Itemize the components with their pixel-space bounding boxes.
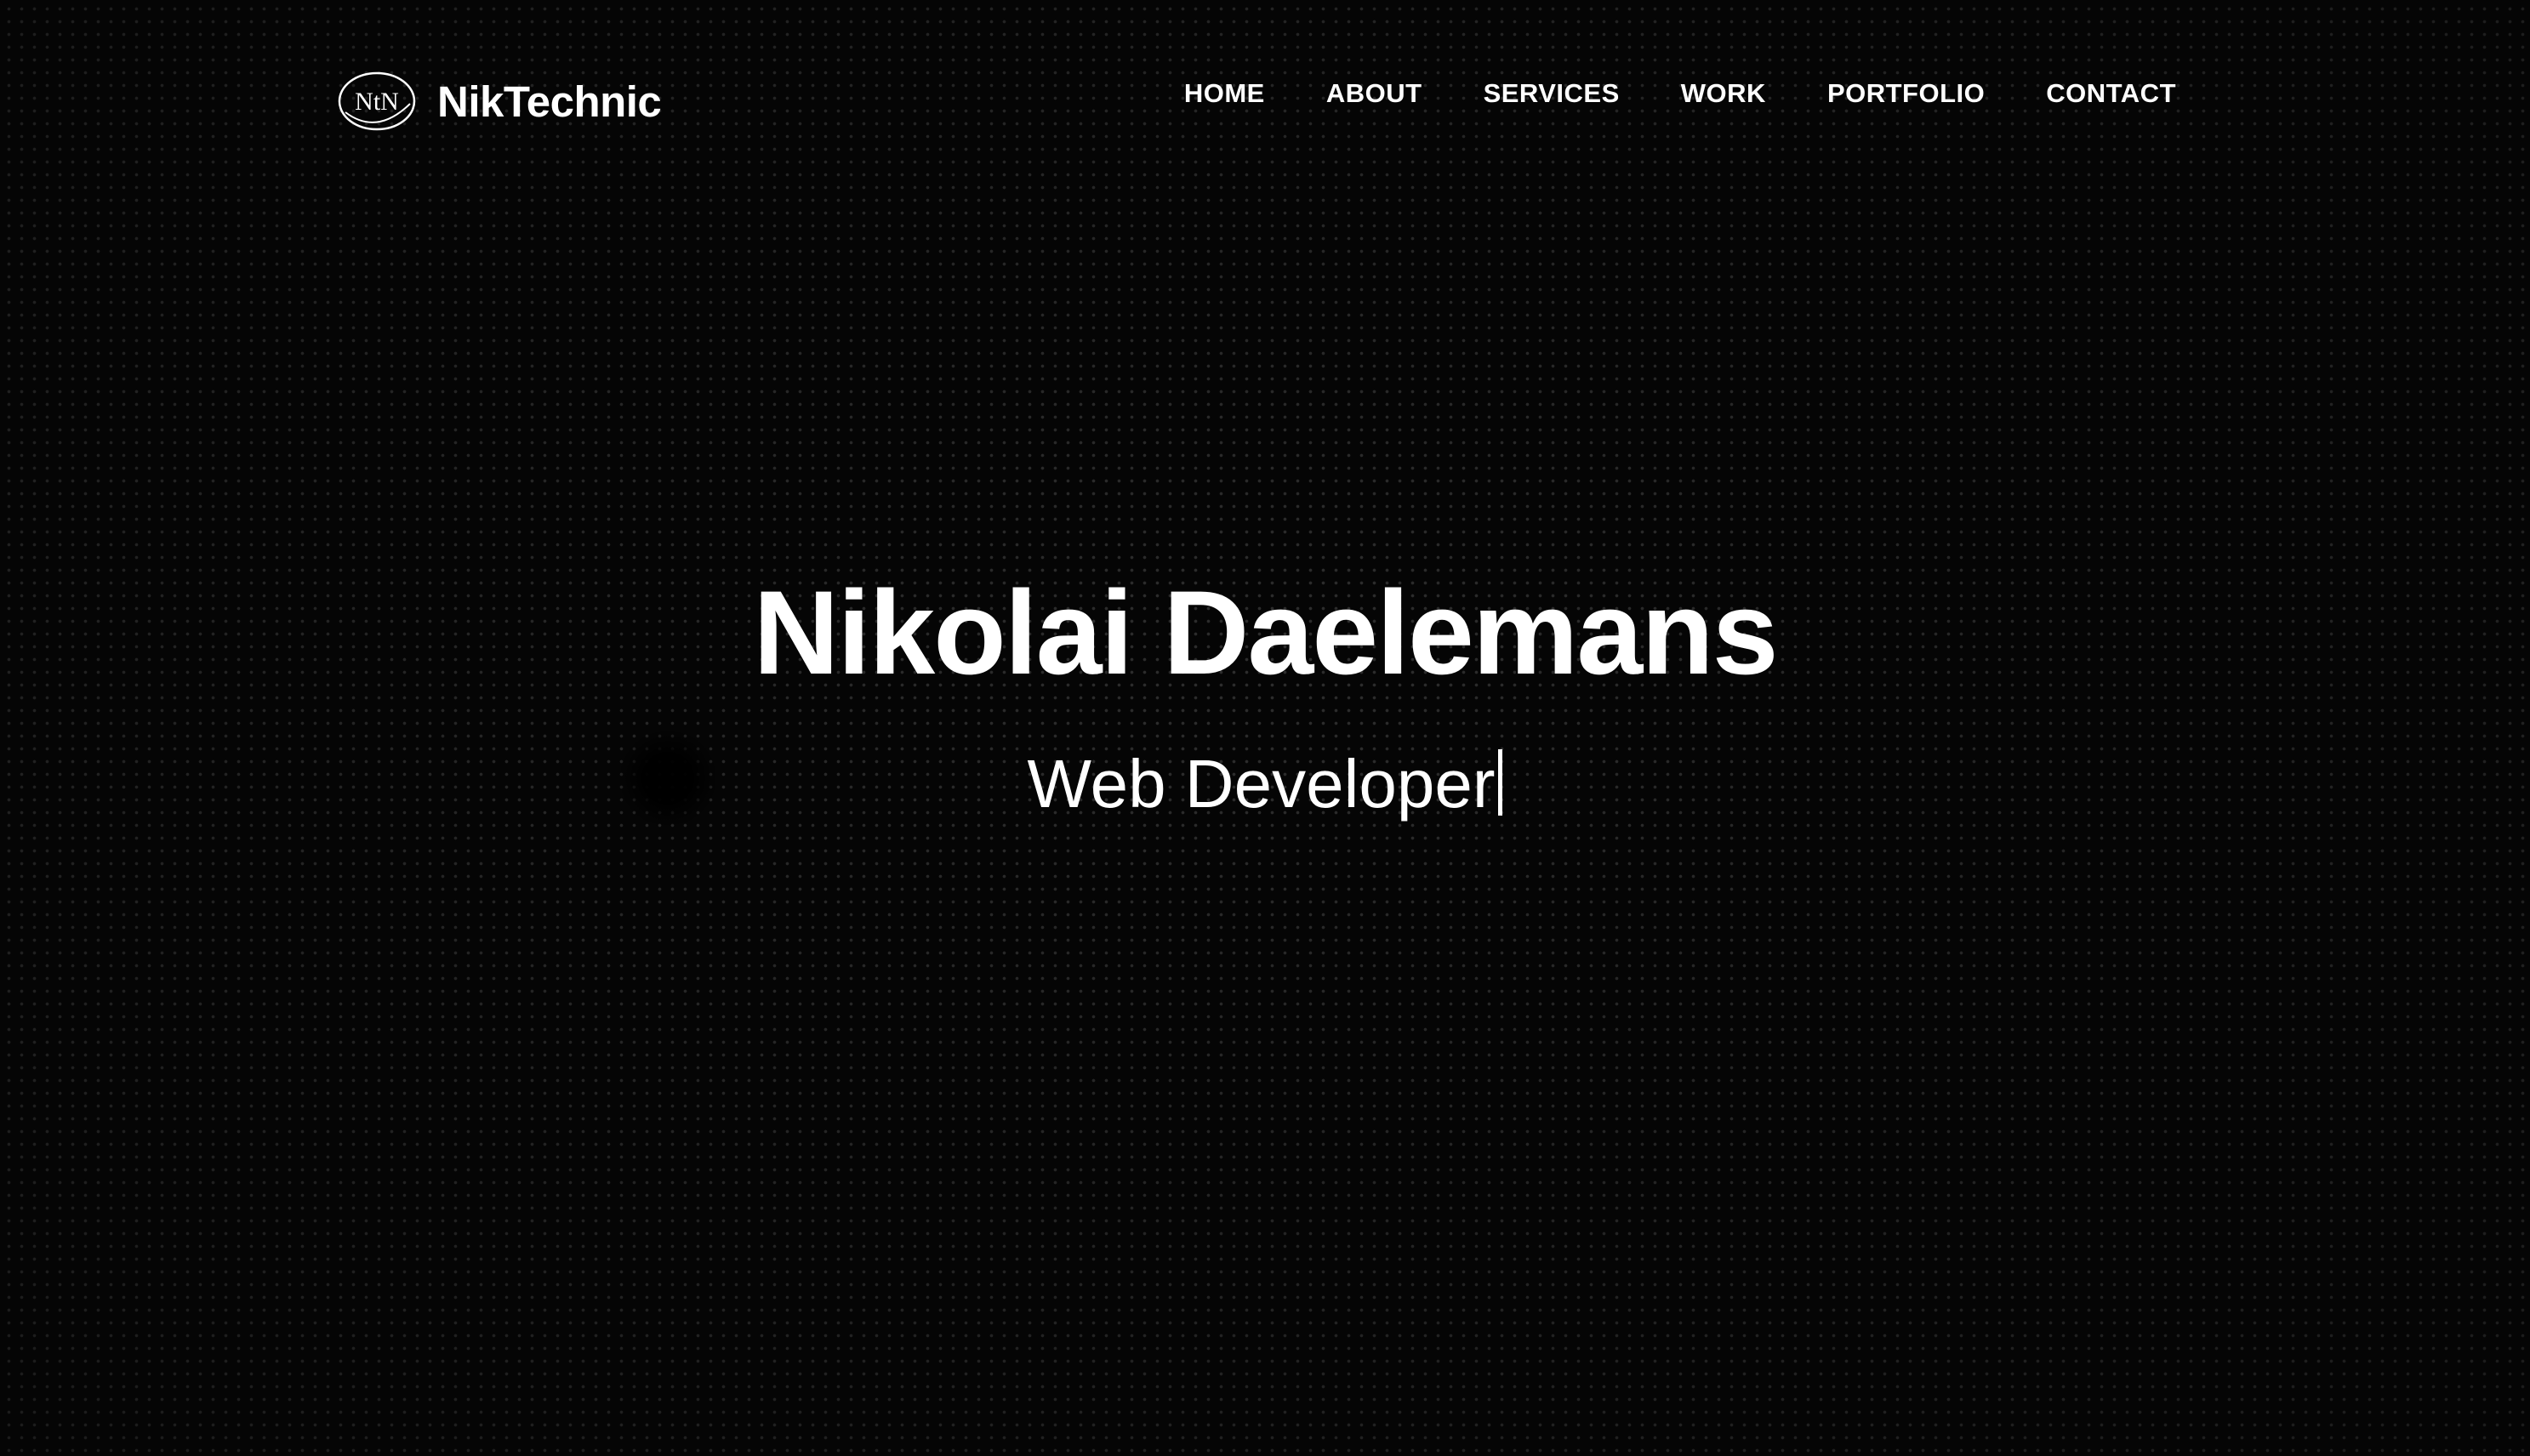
- brand-logo-link[interactable]: NtN NikTechnic: [337, 68, 662, 134]
- nav-about-link[interactable]: ABOUT: [1326, 78, 1422, 109]
- niktechnic-logo-icon: NtN: [338, 71, 416, 131]
- nav-services-link[interactable]: SERVICES: [1484, 78, 1620, 109]
- hero-role-text: Web Developer: [1027, 746, 1496, 822]
- nav-work-link[interactable]: WORK: [1681, 78, 1766, 109]
- brand-name: NikTechnic: [437, 77, 662, 126]
- site-header: NtN NikTechnic HOME ABOUT SERVICES WORK …: [0, 0, 2530, 204]
- logo-monogram: NtN: [355, 88, 399, 116]
- nav-portfolio-link[interactable]: PORTFOLIO: [1827, 78, 1985, 109]
- nav-home-link[interactable]: HOME: [1184, 78, 1265, 109]
- typing-cursor: [1498, 749, 1503, 816]
- hero-section: Nikolai Daelemans Web Developer: [0, 561, 2530, 822]
- page-background: NtN NikTechnic HOME ABOUT SERVICES WORK …: [0, 0, 2530, 1456]
- main-navigation: HOME ABOUT SERVICES WORK PORTFOLIO CONTA…: [1184, 78, 2176, 109]
- hero-name-heading: Nikolai Daelemans: [753, 566, 1778, 699]
- hero-role-typing: Web Developer: [0, 747, 2530, 822]
- nav-contact-link[interactable]: CONTACT: [2046, 78, 2176, 109]
